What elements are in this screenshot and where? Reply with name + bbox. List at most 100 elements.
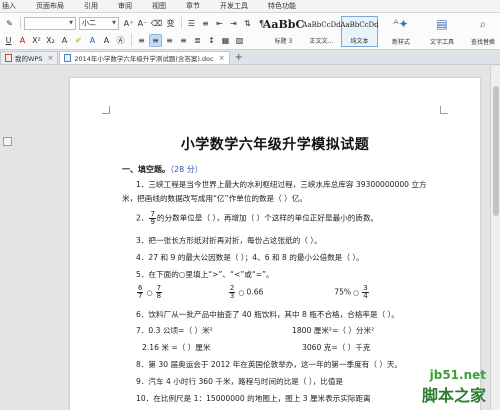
- align-left-icon[interactable]: ≡: [135, 34, 148, 47]
- new-style-button[interactable]: ᴬ✦ 新样式: [383, 16, 419, 47]
- highlight-icon[interactable]: ✐: [72, 34, 85, 47]
- watermark: jb51.net 脚本之家: [422, 368, 486, 406]
- new-style-label: 新样式: [391, 39, 410, 46]
- tab-my-wps[interactable]: 我的WPS ×: [0, 51, 59, 64]
- subscript-icon[interactable]: X₂: [44, 34, 57, 47]
- section-title: 一、填空题。: [122, 165, 170, 174]
- superscript-icon[interactable]: X²: [30, 34, 43, 47]
- ribbon-separator: [181, 17, 182, 29]
- question-4: 4．27 和 9 的最大公因数是（ ）；4、6 和 8 的最小公倍数是（ ）。: [136, 253, 364, 262]
- page-title: 小学数学六年级升学模拟试题: [180, 137, 370, 153]
- question-9: 9．汽车 4 小时行 360 千米，路程与时间的比是（ ），比值是: [136, 377, 344, 386]
- denominator: 7: [138, 292, 143, 300]
- menu-references[interactable]: 引用: [74, 0, 108, 13]
- chevron-down-icon: ▼: [69, 20, 73, 26]
- close-icon[interactable]: ×: [219, 54, 225, 62]
- bullets-icon[interactable]: ☰: [185, 17, 198, 30]
- sort-icon[interactable]: ⇅: [241, 17, 254, 30]
- document-page[interactable]: 小学数学六年级升学模拟试题 一、填空题。（28 分） 1．三峡工程是当今世界上最…: [70, 78, 480, 410]
- chevron-down-icon: ▼: [112, 20, 116, 26]
- tab-label: 2014年小学数学六年级升学测试题(含答案).doc: [74, 55, 214, 63]
- fraction: 67: [137, 285, 144, 300]
- tab-label: 我的WPS: [15, 55, 43, 63]
- distribute-icon[interactable]: ≣: [191, 34, 204, 47]
- char-border-icon[interactable]: Ⓐ: [114, 34, 127, 47]
- vertical-scrollbar[interactable]: [490, 66, 500, 410]
- menu-review[interactable]: 审阅: [108, 0, 142, 13]
- fraction: 34: [362, 285, 369, 300]
- clear-format-icon[interactable]: ⌫: [150, 17, 163, 30]
- question-2: 2． 7 9 的分数单位是（ ），再增加（ ）个这样的单位正好是最小的质数。: [136, 211, 378, 226]
- font-size-combo[interactable]: 小二 ▼: [79, 16, 119, 30]
- menu-special[interactable]: 特色功能: [258, 0, 306, 13]
- text-effect-icon[interactable]: A: [58, 34, 71, 47]
- menu-insert[interactable]: 插入: [0, 0, 26, 13]
- question-6: 6．饮料厂从一批产品中抽查了 40 瓶饮料，其中 8 瓶不合格，合格率是（ ）。: [136, 310, 399, 319]
- shading-icon[interactable]: ▨: [233, 34, 246, 47]
- denominator: 4: [363, 292, 368, 300]
- question-text: 的分数单位是（ ），再增加（ ）个这样的单位正好是最小的质数。: [156, 213, 379, 223]
- navigation-pane-icon[interactable]: [3, 137, 12, 146]
- menu-section[interactable]: 章节: [176, 0, 210, 13]
- underline-icon[interactable]: U: [2, 34, 15, 47]
- crop-mark: [102, 106, 110, 114]
- align-center-icon[interactable]: ≡: [149, 33, 162, 47]
- numbering-icon[interactable]: ≡: [199, 17, 212, 30]
- style-sample: AaBbCcDd: [302, 21, 341, 29]
- style-gallery: AaBbC 标题 3 AaBbCcDd 正文文... AaBbCcDd 纯文本: [263, 16, 379, 47]
- find-replace-button[interactable]: ⌕ 查找替换: [466, 16, 500, 47]
- tab-document[interactable]: 2014年小学数学六年级升学测试题(含答案).doc ×: [59, 51, 230, 64]
- style-body-text[interactable]: AaBbCcDd 正文文...: [302, 16, 341, 47]
- document-workarea: 小学数学六年级升学模拟试题 一、填空题。（28 分） 1．三峡工程是当今世界上最…: [0, 66, 500, 410]
- font-color-icon[interactable]: A: [16, 34, 29, 47]
- ribbon: ✎ ▼ 小二 ▼ A⁺ A⁻ ⌫ 变 ☰ ≡ ⇤ ⇥ ⇅ ¶ U A X² X₂ …: [0, 13, 500, 50]
- menu-bar: 插入 页面布局 引用 审阅 视图 章节 开发工具 特色功能: [0, 0, 500, 13]
- style-name: 纯文本: [350, 38, 369, 45]
- close-icon[interactable]: ×: [47, 54, 53, 62]
- style-plain-text[interactable]: AaBbCcDd 纯文本: [340, 16, 379, 47]
- question-5: 5．在下面的○里填上“>”、“<”或“=”。: [136, 270, 274, 279]
- ribbon-row-2: U A X² X₂ A ✐ A A Ⓐ ≡ ≡ ≡ ≡ ≣ ↕ ▦ ▨: [0, 32, 247, 48]
- text-tools-button[interactable]: ▤ 文字工具: [424, 16, 460, 47]
- denominator: 8: [156, 292, 162, 300]
- question-7-b: 1800 厘米²=（ ）分米²: [292, 326, 375, 335]
- menu-developer[interactable]: 开发工具: [210, 0, 258, 13]
- compare-circle: ○: [238, 288, 245, 297]
- question-7-c: 2.16 米 =（ ）厘米: [142, 343, 211, 352]
- decrease-indent-icon[interactable]: ⇤: [213, 17, 226, 30]
- new-tab-button[interactable]: +: [231, 52, 247, 64]
- grow-font-icon[interactable]: A⁺: [122, 17, 135, 30]
- fraction: 78: [155, 285, 163, 300]
- question-1-line-1: 1．三峡工程是当今世界上最大的水利枢纽过程，三峡水库总库容 3930000000…: [136, 180, 427, 189]
- style-heading-3[interactable]: AaBbC 标题 3: [263, 16, 304, 47]
- justify-icon[interactable]: ≡: [177, 34, 190, 47]
- char-shading-icon[interactable]: A: [100, 34, 113, 47]
- question-7-a: 7．0.3 公顷=（ ）米²: [136, 326, 213, 335]
- line-spacing-icon[interactable]: ↕: [205, 34, 218, 47]
- compare-circle: ○: [146, 288, 153, 297]
- style-name: 标题 3: [274, 38, 293, 45]
- char-color-icon[interactable]: A: [86, 34, 99, 47]
- phonetic-icon[interactable]: 变: [164, 17, 177, 30]
- shrink-font-icon[interactable]: A⁻: [136, 17, 149, 30]
- font-name-combo[interactable]: ▼: [24, 16, 76, 30]
- align-right-icon[interactable]: ≡: [163, 34, 176, 47]
- find-replace-label: 查找替换: [470, 39, 495, 46]
- format-painter-icon[interactable]: ✎: [3, 17, 16, 30]
- crop-mark: [440, 106, 448, 114]
- style-sample: AaBbCcDd: [340, 21, 379, 29]
- scrollbar-thumb[interactable]: [493, 86, 499, 216]
- borders-icon[interactable]: ▦: [219, 34, 232, 47]
- watermark-brand: 脚本之家: [421, 386, 486, 405]
- menu-page-layout[interactable]: 页面布局: [26, 0, 74, 13]
- text-tools-icon: ▤: [436, 17, 448, 31]
- comparison-value: 0.66: [246, 287, 264, 297]
- menu-view[interactable]: 视图: [142, 0, 176, 13]
- ribbon-separator: [20, 17, 21, 29]
- comparison-value: 75%: [334, 287, 352, 297]
- fraction: 79: [149, 211, 156, 226]
- increase-indent-icon[interactable]: ⇥: [227, 17, 240, 30]
- question-10: 10．在比例尺是 1：15000000 的地图上，图上 3 厘米表示实际距离: [136, 394, 371, 403]
- denominator: 3: [229, 292, 235, 300]
- ribbon-row-1: ✎ ▼ 小二 ▼ A⁺ A⁻ ⌫ 变 ☰ ≡ ⇤ ⇥ ⇅ ¶: [0, 15, 269, 31]
